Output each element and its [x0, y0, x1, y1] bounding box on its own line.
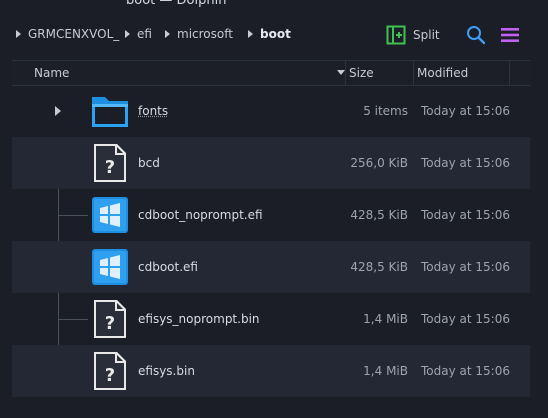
unknown-file-icon: ? [94, 300, 126, 338]
file-name: bcd [138, 156, 160, 170]
svg-text:?: ? [105, 365, 115, 386]
expand-arrow-icon[interactable] [55, 106, 61, 116]
column-header: Name Size Modified [12, 60, 530, 86]
breadcrumb-item-efi[interactable]: efi [125, 27, 152, 41]
file-size: 1,4 MiB [363, 364, 408, 378]
breadcrumb-arrow-icon [125, 30, 130, 38]
file-modified: Today at 15:06 [421, 104, 510, 118]
window-titlebar: boot — Dolphin [0, 0, 548, 12]
unknown-file-icon: ? [94, 144, 126, 182]
file-row-cdboot[interactable]: cdboot.efi 428,5 KiB Today at 15:06 [12, 241, 530, 293]
column-divider[interactable] [509, 61, 510, 85]
file-modified: Today at 15:06 [421, 312, 510, 326]
file-name: efisys.bin [138, 364, 195, 378]
column-divider[interactable] [345, 61, 346, 85]
file-size: 5 items [363, 104, 408, 118]
file-view[interactable]: Name Size Modified fonts 5 items Today a… [12, 60, 530, 418]
file-row-efisys-noprompt[interactable]: ? efisys_noprompt.bin 1,4 MiB Today at 1… [12, 293, 530, 345]
file-size: 1,4 MiB [363, 312, 408, 326]
file-row-efisys[interactable]: ? efisys.bin 1,4 MiB Today at 15:06 [12, 345, 530, 397]
file-modified: Today at 15:06 [421, 156, 510, 170]
window-title: boot — Dolphin [126, 0, 227, 8]
sort-descending-icon [337, 70, 345, 75]
toolbar: GRMCENXVOL_ efi microsoft boot Split [0, 14, 548, 56]
column-header-name[interactable]: Name [34, 61, 69, 85]
file-modified: Today at 15:06 [421, 364, 510, 378]
breadcrumb-arrow-icon [16, 30, 21, 38]
hamburger-menu-icon [501, 28, 519, 42]
svg-text:?: ? [105, 313, 115, 334]
column-divider[interactable] [413, 61, 414, 85]
file-modified: Today at 15:06 [421, 260, 510, 274]
breadcrumb-label: GRMCENXVOL_ [28, 27, 120, 41]
windows-executable-icon [92, 197, 128, 233]
svg-text:?: ? [105, 157, 115, 178]
file-row-bcd[interactable]: ? bcd 256,0 KiB Today at 15:06 [12, 137, 530, 189]
split-view-icon [386, 25, 406, 45]
folder-icon [92, 97, 128, 127]
search-icon [467, 26, 486, 45]
file-name: fonts [138, 104, 169, 118]
windows-executable-icon [92, 249, 128, 285]
file-name: efisys_noprompt.bin [138, 312, 260, 326]
breadcrumb-arrow-icon [165, 30, 170, 38]
menu-button[interactable] [500, 25, 520, 45]
file-modified: Today at 15:06 [421, 208, 510, 222]
unknown-file-icon: ? [94, 352, 126, 390]
breadcrumb-label: efi [137, 27, 152, 41]
file-name: cdboot.efi [138, 260, 198, 274]
breadcrumb-item-boot[interactable]: boot [248, 27, 291, 41]
breadcrumb-item-root[interactable]: GRMCENXVOL_ [16, 27, 119, 41]
file-size: 428,5 KiB [350, 260, 408, 274]
file-size: 428,5 KiB [350, 208, 408, 222]
file-row-cdboot-noprompt[interactable]: cdboot_noprompt.efi 428,5 KiB Today at 1… [12, 189, 530, 241]
breadcrumb-label: boot [260, 27, 291, 41]
breadcrumb-item-microsoft[interactable]: microsoft [165, 27, 233, 41]
file-size: 256,0 KiB [350, 156, 408, 170]
file-name: cdboot_noprompt.efi [138, 208, 263, 222]
file-row-fonts[interactable]: fonts 5 items Today at 15:06 [12, 85, 530, 137]
column-header-modified[interactable]: Modified [417, 61, 468, 85]
breadcrumb-label: microsoft [177, 27, 233, 41]
split-button-label: Split [413, 28, 440, 42]
column-header-size[interactable]: Size [349, 61, 374, 85]
split-button[interactable]: Split [386, 24, 440, 46]
search-button[interactable] [466, 25, 486, 45]
breadcrumb-arrow-icon [248, 30, 253, 38]
